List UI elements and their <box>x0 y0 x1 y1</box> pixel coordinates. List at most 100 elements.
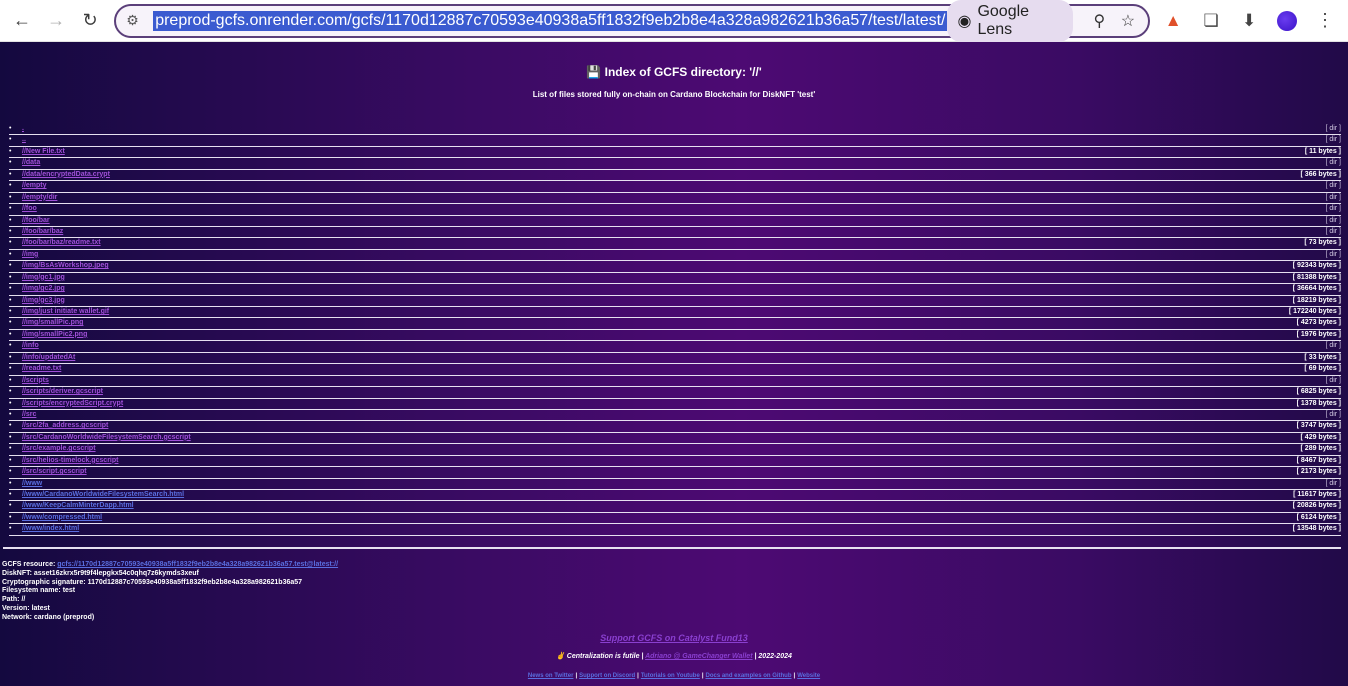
file-link[interactable]: //readme.txt <box>22 365 61 372</box>
file-size: [ 4273 bytes ] <box>1296 319 1341 327</box>
file-link[interactable]: //foo/bar/baz <box>22 228 63 235</box>
file-size: [ 6124 bytes ] <box>1296 513 1341 521</box>
file-size: [ dir ] <box>1325 159 1341 167</box>
file-link[interactable]: //src/CardanoWorldwideFilesystemSearch.g… <box>22 434 191 441</box>
profile-avatar[interactable] <box>1272 6 1302 36</box>
page-subtitle: List of files stored fully on-chain on C… <box>532 90 816 99</box>
file-link[interactable]: //img/BsAsWorkshop.jpeg <box>22 262 109 269</box>
footer-link[interactable]: Docs and examples on Github <box>706 673 792 679</box>
bullet-icon: • <box>9 125 12 132</box>
file-link[interactable]: //src <box>22 411 36 418</box>
file-size: [ 429 bytes ] <box>1300 433 1341 441</box>
file-size: [ dir ] <box>1325 250 1341 258</box>
bullet-icon: • <box>9 227 12 235</box>
file-row: • //scripts [ dir ] <box>9 376 1341 388</box>
file-link[interactable]: //empty/dir <box>22 194 57 201</box>
google-lens-button[interactable]: ◉ Google Lens <box>947 0 1074 42</box>
file-link[interactable]: //www/index.html <box>22 525 79 532</box>
site-info-icon[interactable]: ⚙ <box>126 12 147 29</box>
footer-link[interactable]: News on Twitter <box>528 673 574 679</box>
footer-separator: | <box>701 673 704 679</box>
bullet-icon: • <box>9 342 12 350</box>
file-link[interactable]: . <box>22 125 24 132</box>
back-arrow-icon[interactable]: ← <box>8 6 36 36</box>
file-row: • //empty [ dir ] <box>9 181 1341 193</box>
file-link[interactable]: //www <box>22 480 42 487</box>
author-link[interactable]: Adriano @ GameChanger Wallet <box>645 653 752 660</box>
file-link[interactable]: //scripts <box>22 377 49 384</box>
google-lens-label: Google Lens <box>977 2 1030 38</box>
megaphone-icon[interactable]: ▲ <box>1158 6 1188 36</box>
support-section: Support GCFS on Catalyst Fund13 <box>0 633 1348 643</box>
file-size: [ 2173 bytes ] <box>1296 468 1341 476</box>
reload-icon[interactable]: ↻ <box>76 6 104 36</box>
file-link[interactable]: //foo/bar/baz/readme.txt <box>22 239 101 246</box>
file-link[interactable]: //src/helios-timelock.gcscript <box>22 457 118 464</box>
file-link[interactable]: //scripts/deriver.gcscript <box>22 388 103 395</box>
support-link[interactable]: Support GCFS on Catalyst Fund13 <box>600 633 748 643</box>
file-link[interactable]: //info <box>22 342 39 349</box>
bullet-icon: • <box>9 330 12 338</box>
file-size: [ dir ] <box>1325 342 1341 350</box>
bullet-icon: • <box>9 399 12 407</box>
file-link[interactable]: //info/updatedAt <box>22 354 75 361</box>
url-text[interactable]: preprod-gcfs.onrender.com/gcfs/1170d1288… <box>153 10 948 31</box>
star-icon[interactable]: ☆ <box>1114 11 1143 31</box>
file-row: • //img/gc2.jpg [ 36664 bytes ] <box>9 284 1341 296</box>
file-link[interactable]: //img/just initiate wallet.gif <box>22 308 109 315</box>
file-link[interactable]: //data <box>22 159 40 166</box>
file-row: • //img/gc3.jpg [ 18219 bytes ] <box>9 296 1341 307</box>
bullet-icon: • <box>9 285 12 293</box>
file-link[interactable]: //www/KeepCalmMinterDapp.html <box>22 502 134 509</box>
divider <box>3 547 1341 549</box>
footer-link[interactable]: Tutorials on Youtube <box>641 673 700 679</box>
file-link[interactable]: //foo <box>22 205 37 212</box>
file-list: •. [ dir ] •.. [ dir ] • //New File.txt [ 11 b… <box>9 124 1341 536</box>
file-link[interactable]: //src/2fa_address.gcscript <box>22 422 108 429</box>
download-icon[interactable]: ⬇ <box>1234 6 1264 36</box>
file-link[interactable]: //img/smallPic.png <box>22 319 83 326</box>
file-row: • //scripts/deriver.gcscript [ 6825 bytes … <box>9 387 1341 399</box>
page-title: 💾 Index of GCFS directory: '//' <box>0 65 1348 79</box>
resource-label: GCFS resource: <box>2 561 56 568</box>
file-link[interactable]: //empty <box>22 182 47 189</box>
address-bar[interactable]: ⚙ preprod-gcfs.onrender.com/gcfs/1170d12… <box>114 0 1151 42</box>
forward-arrow-icon[interactable]: → <box>42 6 70 36</box>
footer-link[interactable]: Website <box>797 673 820 679</box>
bullet-icon: • <box>9 273 12 281</box>
filesystem-name-line: Filesystem name: test <box>2 587 76 595</box>
file-link[interactable]: //www/CardanoWorldwideFilesystemSearch.h… <box>22 491 184 498</box>
file-row: •.. [ dir ] <box>9 135 1341 147</box>
file-link[interactable]: //www/compressed.html <box>22 514 102 521</box>
file-size: [ 73 bytes ] <box>1304 239 1341 247</box>
file-link[interactable]: //data/encryptedData.crypt <box>22 171 110 178</box>
file-link[interactable]: //foo/bar <box>22 217 50 224</box>
file-link[interactable]: .. <box>22 136 26 143</box>
file-size: [ 289 bytes ] <box>1300 445 1341 453</box>
file-link[interactable]: //src/script.gcscript <box>22 468 87 475</box>
file-row: • //data/encryptedData.crypt [ 366 bytes ] <box>9 170 1341 182</box>
network-line: Network: cardano (preprod) <box>2 613 95 621</box>
bullet-icon: • <box>9 193 12 201</box>
puzzle-icon[interactable]: ❏ <box>1196 6 1226 36</box>
file-link[interactable]: //img <box>22 251 38 258</box>
bullet-icon: • <box>9 308 12 315</box>
file-link[interactable]: //img/gc1.jpg <box>22 274 65 281</box>
file-link[interactable]: //img/gc2.jpg <box>22 285 65 292</box>
bullet-icon: • <box>9 182 12 190</box>
file-link[interactable]: //scripts/encryptedScript.crypt <box>22 400 123 407</box>
kebab-menu-icon[interactable]: ⋮ <box>1310 6 1340 36</box>
file-row: • //info [ dir ] <box>9 341 1341 353</box>
file-link[interactable]: //img/gc3.jpg <box>22 297 65 304</box>
zoom-icon[interactable]: ⚲ <box>1085 11 1114 31</box>
bullet-icon: • <box>9 136 12 144</box>
bullet-icon: • <box>9 353 12 361</box>
file-size: [ dir ] <box>1325 410 1341 418</box>
footer-link[interactable]: Support on Discord <box>579 673 635 679</box>
file-link[interactable]: //img/smallPic2.png <box>22 331 87 338</box>
resource-link[interactable]: gcfs://1170d12887c70593e40938a5ff1832f9e… <box>57 561 338 568</box>
file-row: • //img/gc1.jpg [ 81388 bytes ] <box>9 273 1341 285</box>
file-size: [ 3747 bytes ] <box>1296 422 1341 430</box>
file-link[interactable]: //New File.txt <box>22 148 65 155</box>
file-link[interactable]: //src/example.gcscript <box>22 445 96 452</box>
